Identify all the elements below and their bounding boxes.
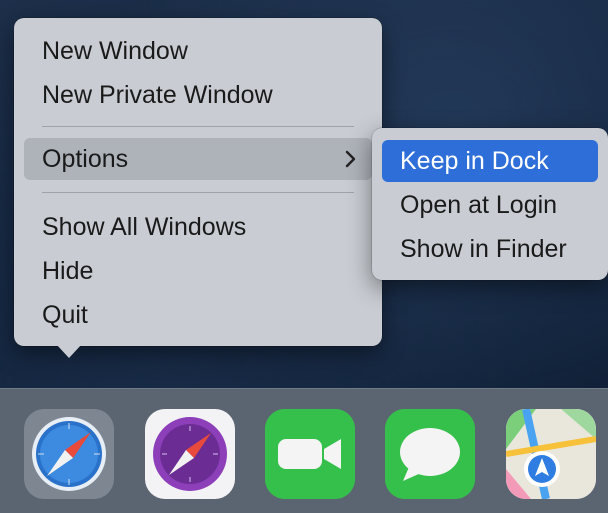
menu-item-show-all-windows[interactable]: Show All Windows bbox=[24, 206, 372, 248]
safari-technology-preview-icon[interactable] bbox=[145, 409, 235, 499]
menu-item-label: Options bbox=[42, 145, 129, 173]
messages-icon[interactable] bbox=[385, 409, 475, 499]
safari-icon[interactable] bbox=[24, 409, 114, 499]
menu-item-label: Hide bbox=[42, 257, 94, 285]
submenu-item-label: Show in Finder bbox=[400, 235, 567, 263]
menu-item-label: New Private Window bbox=[42, 81, 273, 109]
submenu-item-keep-in-dock[interactable]: Keep in Dock bbox=[382, 140, 598, 182]
submenu-item-show-in-finder[interactable]: Show in Finder bbox=[382, 228, 598, 270]
menu-item-label: Quit bbox=[42, 301, 88, 329]
maps-icon[interactable] bbox=[506, 409, 596, 499]
chevron-right-icon bbox=[344, 138, 358, 194]
menu-item-options[interactable]: Options bbox=[24, 138, 372, 180]
menu-pointer-tail bbox=[56, 344, 82, 358]
submenu-item-open-at-login[interactable]: Open at Login bbox=[382, 184, 598, 226]
menu-item-hide[interactable]: Hide bbox=[24, 250, 372, 292]
options-submenu: Keep in Dock Open at Login Show in Finde… bbox=[372, 128, 608, 280]
menu-item-new-private-window[interactable]: New Private Window bbox=[24, 74, 372, 116]
submenu-item-label: Open at Login bbox=[400, 191, 558, 219]
facetime-icon[interactable] bbox=[265, 409, 355, 499]
menu-item-quit[interactable]: Quit bbox=[24, 294, 372, 336]
menu-item-new-window[interactable]: New Window bbox=[24, 30, 372, 72]
submenu-item-label: Keep in Dock bbox=[400, 147, 549, 175]
menu-separator bbox=[42, 192, 354, 193]
app-context-menu: New Window New Private Window Options Sh… bbox=[14, 18, 382, 346]
dock bbox=[0, 388, 608, 513]
menu-separator bbox=[42, 126, 354, 127]
menu-item-label: New Window bbox=[42, 37, 188, 65]
menu-item-label: Show All Windows bbox=[42, 213, 247, 241]
